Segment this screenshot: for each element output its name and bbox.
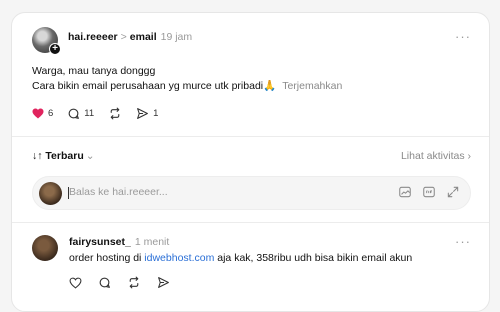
comment-item: fairysunset_ 1 menit ··· order hosting di… <box>32 233 473 303</box>
share-button[interactable]: 1 <box>136 107 158 120</box>
repost-icon[interactable] <box>127 276 141 289</box>
sort-row: ↓↑ Terbaru ⌄ Lihat aktivitas › <box>32 150 471 166</box>
heart-icon[interactable] <box>69 277 82 289</box>
heart-filled-icon <box>32 108 44 118</box>
post-line-2-text: Cara bikin email perusahaan yg murce utk… <box>32 80 277 92</box>
share-count: 1 <box>153 107 159 119</box>
commenter-username[interactable]: fairysunset_ <box>69 236 131 248</box>
current-user-avatar <box>39 182 62 205</box>
comment-count: 11 <box>84 107 95 119</box>
comment-icon[interactable] <box>98 276 111 289</box>
divider <box>12 222 489 223</box>
post-line-2: Cara bikin email perusahaan yg murce utk… <box>32 79 342 94</box>
comment-body: order hosting di idwebhost.com aja kak, … <box>69 252 412 264</box>
post-body: Warga, mau tanya donggg Cara bikin email… <box>32 64 342 94</box>
sort-label: ↓↑ Terbaru <box>32 150 84 162</box>
more-options-icon[interactable]: ··· <box>455 234 471 249</box>
post-line-1: Warga, mau tanya donggg <box>32 65 156 77</box>
divider <box>12 136 489 137</box>
comment-link[interactable]: idwebhost.com <box>144 252 214 264</box>
chevron-right-icon: > <box>120 31 127 43</box>
sort-dropdown[interactable]: ↓↑ Terbaru ⌄ <box>32 150 95 162</box>
send-icon[interactable] <box>157 276 170 289</box>
post-header: + hai.reeeer > email 19 jam ··· <box>32 27 473 55</box>
send-icon <box>137 107 149 119</box>
comment-button[interactable]: 11 <box>67 107 94 120</box>
thread-card: + hai.reeeer > email 19 jam ··· Warga, mau … <box>11 12 490 312</box>
like-button[interactable]: 6 <box>32 108 53 119</box>
author-username[interactable]: hai.reeeer <box>68 31 118 43</box>
comment-text-before: order hosting di <box>69 252 145 264</box>
topic-tag[interactable]: email <box>130 31 157 43</box>
follow-plus-icon[interactable]: + <box>49 43 61 55</box>
reply-bar <box>32 176 471 210</box>
comment-text-after: aja kak, 358ribu udh bisa bikin email ak… <box>214 252 413 264</box>
post-actions: 6 11 1 <box>32 105 158 121</box>
repost-icon <box>110 107 120 119</box>
post-time: 19 jam <box>160 31 193 43</box>
like-count: 6 <box>48 107 54 119</box>
image-icon[interactable] <box>398 185 412 199</box>
reply-input[interactable] <box>69 186 319 198</box>
comment-meta: fairysunset_ 1 menit <box>69 236 169 248</box>
view-activity-link[interactable]: Lihat aktivitas › <box>401 150 471 162</box>
chevron-down-icon: ⌄ <box>85 150 95 162</box>
commenter-avatar[interactable] <box>32 235 58 261</box>
gif-icon[interactable] <box>422 185 436 199</box>
repost-button[interactable] <box>108 107 122 120</box>
translate-link[interactable]: Terjemahkan <box>282 80 342 92</box>
reply-tools <box>398 185 460 199</box>
comment-icon <box>68 108 80 119</box>
comment-actions <box>69 276 170 289</box>
post-meta: hai.reeeer > email 19 jam <box>68 31 192 43</box>
expand-icon[interactable] <box>446 185 460 199</box>
more-options-icon[interactable]: ··· <box>455 29 471 44</box>
comment-time: 1 menit <box>134 236 170 248</box>
